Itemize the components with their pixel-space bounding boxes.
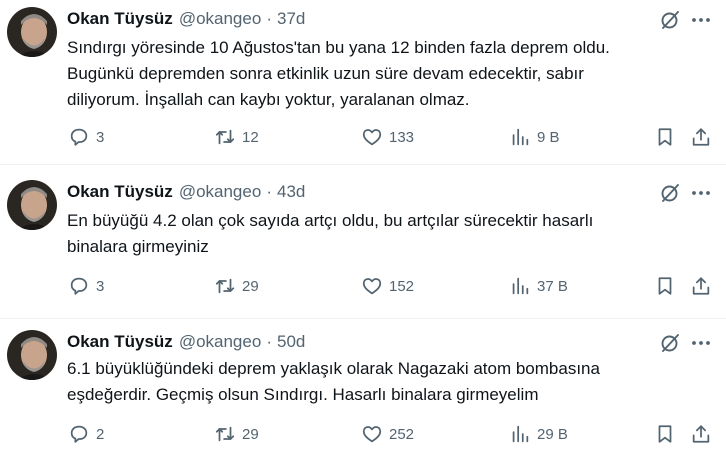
views-count: 9 B [537,128,560,146]
author-handle[interactable]: @okangeo [179,332,262,352]
share-icon[interactable] [690,423,712,445]
separator-dot: · [266,332,272,351]
retweet-count: 29 [242,277,259,295]
tweet-text-line: Bugünkü depremden sonra etkinlik uzun sü… [67,64,584,83]
like-count: 252 [389,425,415,443]
tweet-text: 6.1 büyüklüğündeki deprem yaklaşık olara… [67,356,707,408]
tweet-text: Sındırgı yöresinde 10 Ağustos'tan bu yan… [67,35,707,113]
reply-button[interactable]: 2 [68,422,104,446]
author-name[interactable]: Okan Tüysüz [67,182,173,202]
reply-count: 3 [96,128,105,146]
like-button[interactable]: 133 [361,125,414,149]
avatar-image [7,180,57,230]
views-count: 29 B [537,425,568,443]
tweet-time[interactable]: 43d [277,182,305,202]
reply-count: 2 [96,425,105,443]
tweet-actions: 2 29 252 29 B [0,422,726,446]
share-icon[interactable] [690,126,712,148]
reply-icon [70,128,88,146]
more-icon[interactable] [689,8,713,32]
tweet-header: Okan Tüysüz @okangeo · 37d [67,8,305,30]
tweet-actions: 3 12 133 9 B [0,125,726,149]
views-count: 37 B [537,277,568,295]
tweet-feed: Okan Tüysüz @okangeo · 37d Sındırgı yöre… [0,0,726,452]
bookmark-icon[interactable] [654,275,676,297]
tweet-text-line: Sındırgı yöresinde 10 Ağustos'tan bu yan… [67,38,610,57]
reply-button[interactable]: 3 [68,125,104,149]
more-icon[interactable] [689,181,713,205]
author-handle[interactable]: @okangeo [179,182,262,202]
more-icon[interactable] [689,331,713,355]
avatar-image [7,330,57,380]
grok-icon[interactable] [658,8,682,32]
bookmark-icon[interactable] [654,423,676,445]
reply-icon [70,277,88,295]
like-count: 133 [389,128,415,146]
views-button[interactable]: 37 B [509,274,568,298]
reply-count: 3 [96,277,105,295]
tweet-header: Okan Tüysüz @okangeo · 43d [67,181,305,203]
tweet-text: En büyüğü 4.2 olan çok sayıda artçı oldu… [67,208,707,260]
retweet-count: 12 [242,128,259,146]
bookmark-icon[interactable] [654,126,676,148]
author-handle[interactable]: @okangeo [179,9,262,29]
retweet-icon [215,278,235,294]
avatar-image [7,7,57,57]
avatar[interactable] [7,330,57,380]
tweet-text-line: binalara girmeyiniz [67,237,209,256]
like-count: 152 [389,277,415,295]
retweet-count: 29 [242,425,259,443]
tweet[interactable]: Okan Tüysüz @okangeo · 37d Sındırgı yöre… [0,0,726,165]
views-button[interactable]: 29 B [509,422,568,446]
tweet-time[interactable]: 50d [277,332,305,352]
views-icon [512,128,529,146]
retweet-button[interactable]: 29 [214,422,259,446]
retweet-icon [215,426,235,442]
tweet-actions: 3 29 152 37 B [0,274,726,298]
like-button[interactable]: 152 [361,274,414,298]
tweet[interactable]: Okan Tüysüz @okangeo · 43d En büyüğü 4.2… [0,165,726,319]
views-button[interactable]: 9 B [509,125,560,149]
author-name[interactable]: Okan Tüysüz [67,332,173,352]
retweet-button[interactable]: 29 [214,274,259,298]
reply-button[interactable]: 3 [68,274,104,298]
like-button[interactable]: 252 [361,422,414,446]
retweet-icon [215,129,235,145]
like-icon [362,278,382,295]
retweet-button[interactable]: 12 [214,125,259,149]
separator-dot: · [266,9,272,28]
tweet-text-line: diliyorum. İnşallah can kaybı yoktur, ya… [67,90,470,109]
grok-icon[interactable] [658,331,682,355]
avatar[interactable] [7,180,57,230]
grok-icon[interactable] [658,181,682,205]
share-icon[interactable] [690,275,712,297]
tweet-text-line: En büyüğü 4.2 olan çok sayıda artçı oldu… [67,211,594,230]
like-icon [362,129,382,146]
separator-dot: · [266,182,272,201]
views-icon [512,277,529,295]
tweet-text-line: eşdeğerdir. Geçmiş olsun Sındırgı. Hasar… [67,385,539,404]
author-name[interactable]: Okan Tüysüz [67,9,173,29]
reply-icon [70,425,88,443]
tweet-text-line: 6.1 büyüklüğündeki deprem yaklaşık olara… [67,359,600,378]
like-icon [362,426,382,443]
tweet[interactable]: Okan Tüysüz @okangeo · 50d 6.1 büyüklüğü… [0,319,726,452]
avatar[interactable] [7,7,57,57]
tweet-header: Okan Tüysüz @okangeo · 50d [67,331,305,353]
views-icon [512,425,529,443]
tweet-time[interactable]: 37d [277,9,305,29]
